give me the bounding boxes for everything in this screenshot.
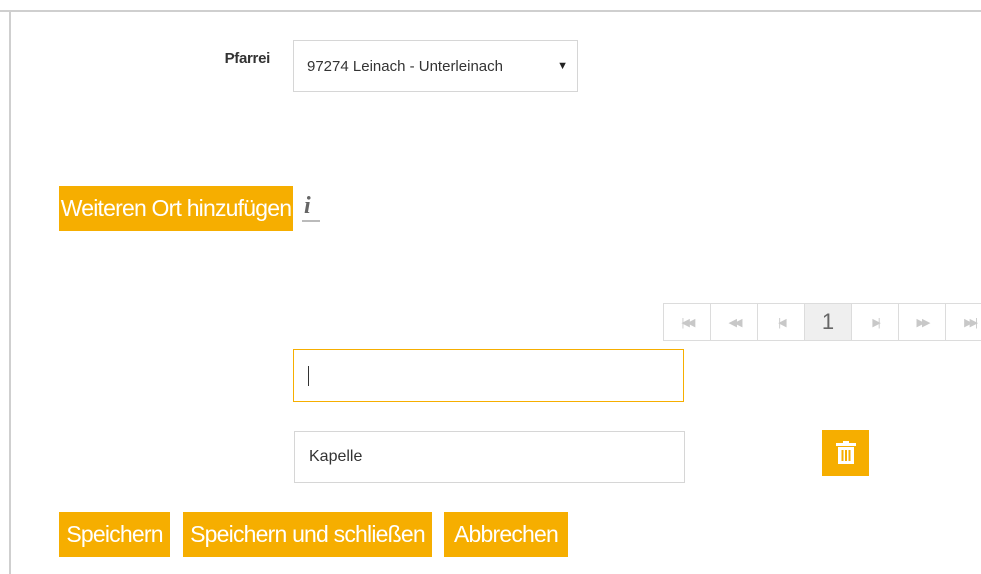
info-icon[interactable]: i: [302, 193, 322, 223]
pager-prev-icon: |◀: [778, 316, 787, 329]
pager-next-button[interactable]: ▶|: [852, 304, 899, 340]
pager-next-icon: ▶|: [872, 316, 881, 329]
chevron-down-icon: ▼: [557, 60, 568, 72]
new-location-input[interactable]: [293, 349, 684, 402]
pfarrei-select-value: 97274 Leinach - Unterleinach: [307, 57, 503, 75]
pfarrei-select[interactable]: 97274 Leinach - Unterleinach ▼: [293, 40, 578, 92]
location-value: Kapelle: [309, 448, 363, 465]
save-button[interactable]: Speichern: [59, 512, 170, 557]
add-location-button[interactable]: Weiteren Ort hinzufügen: [59, 186, 293, 231]
pager-last-icon: ▶▶|: [964, 316, 978, 329]
pfarrei-label: Pfarrei: [224, 50, 271, 67]
pager-current-page[interactable]: 1: [805, 304, 852, 340]
pager-next-page-button[interactable]: ▶▶: [899, 304, 946, 340]
pager-first-button[interactable]: |◀◀: [664, 304, 711, 340]
location-input[interactable]: Kapelle: [294, 431, 685, 483]
cancel-button[interactable]: Abbrechen: [444, 512, 568, 557]
trash-icon: [835, 441, 856, 464]
pager-prev-page-button[interactable]: ◀◀: [711, 304, 758, 340]
panel-left-border: [9, 10, 11, 574]
text-cursor: [308, 365, 309, 386]
pager-last-button[interactable]: ▶▶|: [946, 304, 981, 340]
pager-next-page-icon: ▶▶: [916, 316, 931, 329]
pager-first-icon: |◀◀: [681, 316, 696, 329]
delete-location-button[interactable]: [822, 430, 869, 476]
pager-prev-button[interactable]: |◀: [758, 304, 805, 340]
pager-prev-page-icon: ◀◀: [728, 316, 743, 329]
panel-top-border: [0, 10, 981, 12]
pagination: |◀◀ ◀◀ |◀ 1 ▶| ▶▶ ▶▶|: [663, 303, 981, 341]
save-and-close-button[interactable]: Speichern und schließen: [183, 512, 432, 557]
